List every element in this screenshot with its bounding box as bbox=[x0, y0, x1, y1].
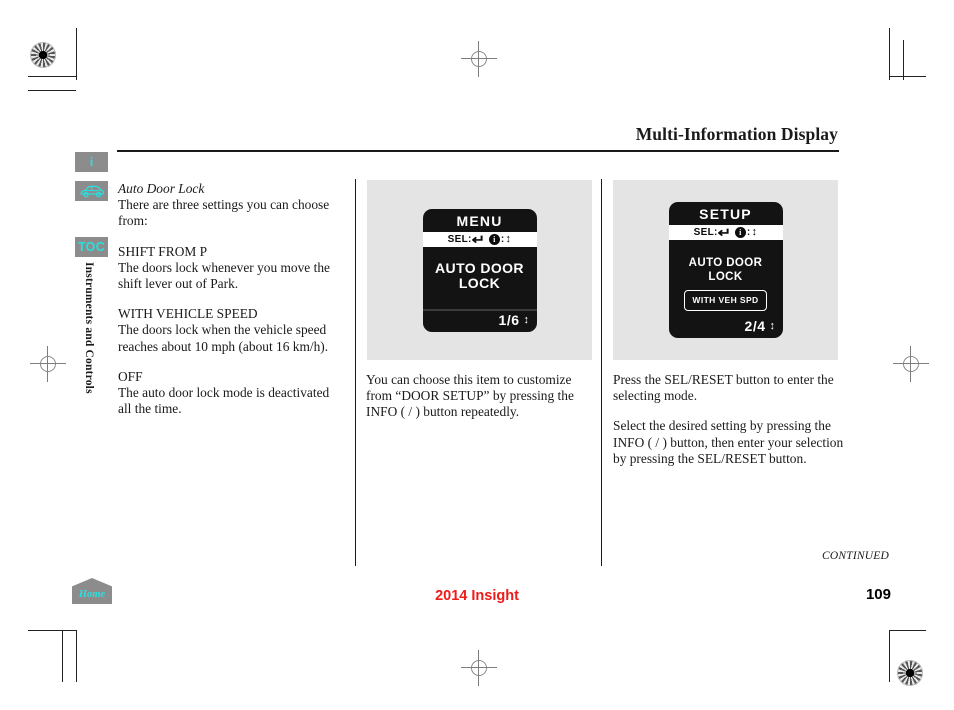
up-down-arrow-icon: ↕ bbox=[751, 226, 758, 238]
sidebar-item-vehicle[interactable] bbox=[75, 181, 108, 201]
lcd-footer-setup: 2/4 ↕ bbox=[669, 317, 783, 338]
right-paragraph-2: Select the desired setting by pressing t… bbox=[613, 418, 844, 466]
continued-label: CONTINUED bbox=[822, 550, 889, 562]
enter-return-icon: ↵ bbox=[717, 225, 732, 240]
registration-cross-top bbox=[461, 41, 497, 77]
info-hint: i : ↕ bbox=[488, 232, 512, 245]
lcd-body-setup: AUTO DOOR LOCK WITH VEH SPD bbox=[669, 240, 783, 317]
option-title-1: SHIFT FROM P bbox=[118, 243, 208, 259]
sel-label: SEL: bbox=[693, 227, 718, 238]
option-desc-2: The doors lock when the vehicle speed re… bbox=[118, 322, 329, 354]
toc-label: TOC bbox=[77, 240, 106, 254]
lcd-body-menu: AUTO DOOR LOCK bbox=[422, 247, 537, 311]
registration-target-top-left bbox=[30, 42, 56, 68]
page-updown-arrow-icon: ↕ bbox=[769, 320, 776, 332]
page-title: Multi-Information Display bbox=[635, 124, 838, 144]
lcd-display-menu: MENU SEL: ↵ i : ↕ AUTO DOOR LOCK 1/6 ↕ bbox=[422, 208, 537, 332]
left-text-column: Auto Door Lock There are three settings … bbox=[118, 181, 343, 417]
lcd-hint-bar-setup: SEL: ↵ i : ↕ bbox=[668, 225, 783, 240]
crop-mark-tl-v bbox=[76, 28, 77, 80]
column-divider-2 bbox=[601, 179, 602, 566]
lcd-body-line-1: AUTO DOOR bbox=[435, 259, 524, 276]
option-desc-1: The doors lock whenever you move the shi… bbox=[118, 259, 330, 292]
figure-setup-screen: SETUP SEL: ↵ i : ↕ AUTO DOOR LOCK WITH V… bbox=[613, 180, 838, 360]
crop-mark-bl-h bbox=[28, 630, 76, 631]
registration-cross-left bbox=[30, 346, 66, 382]
lcd-hint-bar-menu: SEL: ↵ i : ↕ bbox=[422, 231, 537, 247]
enter-return-icon: ↵ bbox=[471, 231, 486, 247]
lcd-title-setup: SETUP bbox=[699, 206, 752, 222]
crop-mark-bl-v2 bbox=[62, 630, 63, 682]
page-indicator-setup: 2/4 bbox=[744, 318, 766, 334]
left-column-heading: Auto Door Lock bbox=[118, 181, 205, 196]
crop-mark-tr-v2 bbox=[903, 40, 904, 80]
sel-hint: SEL: ↵ bbox=[693, 225, 732, 240]
middle-paragraph: You can choose this item to customize fr… bbox=[366, 372, 574, 420]
option-title-3: OFF bbox=[118, 368, 143, 384]
column-divider-1 bbox=[355, 179, 356, 566]
lcd-title-menu: MENU bbox=[456, 212, 503, 229]
info-circle-icon: i bbox=[488, 233, 500, 245]
lcd-display-setup: SETUP SEL: ↵ i : ↕ AUTO DOOR LOCK WITH V… bbox=[668, 202, 783, 338]
registration-cross-bottom bbox=[461, 650, 497, 686]
middle-text-column: You can choose this item to customize fr… bbox=[366, 372, 590, 421]
registration-cross-right bbox=[893, 346, 929, 382]
option-desc-3: The auto door lock mode is deactivated a… bbox=[118, 385, 330, 417]
registration-target-bottom-right bbox=[897, 660, 923, 686]
figure-menu-screen: MENU SEL: ↵ i : ↕ AUTO DOOR LOCK 1/6 ↕ bbox=[367, 180, 592, 360]
crop-mark-br-v bbox=[889, 630, 890, 682]
header-rule bbox=[117, 150, 839, 152]
lcd-body-line-1: AUTO DOOR LOCK bbox=[688, 257, 763, 283]
footer-page-number: 109 bbox=[865, 586, 891, 603]
car-icon bbox=[79, 185, 104, 197]
crop-mark-tr-h bbox=[890, 76, 926, 77]
left-column-intro: There are three settings you can choose … bbox=[118, 197, 330, 229]
section-tab-label: Instruments and Controls bbox=[83, 262, 95, 394]
sidebar-item-info[interactable]: i bbox=[75, 152, 108, 172]
crop-mark-tl-h bbox=[28, 76, 76, 77]
info-separator: : bbox=[746, 227, 751, 238]
up-down-arrow-icon: ↕ bbox=[505, 232, 512, 245]
info-icon: i bbox=[89, 155, 94, 169]
sel-hint: SEL: ↵ bbox=[447, 231, 486, 247]
page-updown-arrow-icon: ↕ bbox=[523, 313, 530, 326]
page-indicator-menu: 1/6 bbox=[498, 311, 520, 328]
info-circle-icon: i bbox=[734, 227, 746, 238]
option-title-2: WITH VEHICLE SPEED bbox=[118, 306, 258, 322]
lcd-footer-menu: 1/6 ↕ bbox=[423, 311, 537, 332]
manual-page: Multi-Information Display i TOC Instrume… bbox=[0, 0, 954, 710]
footer-model: 2014 Insight bbox=[435, 588, 519, 604]
lcd-body-line-2: LOCK bbox=[458, 274, 501, 291]
crop-mark-tl-h2 bbox=[28, 90, 76, 91]
crop-mark-br-h bbox=[890, 630, 926, 631]
crop-mark-tr-v bbox=[889, 28, 890, 80]
crop-mark-bl-v bbox=[76, 630, 77, 682]
selected-setting-value: WITH VEH SPD bbox=[684, 290, 767, 311]
crop-mark-tl-v2 bbox=[44, 28, 45, 80]
sel-label: SEL: bbox=[447, 233, 472, 245]
right-paragraph-1: Press the SEL/RESET button to enter the … bbox=[613, 372, 834, 404]
sidebar-item-toc[interactable]: TOC bbox=[75, 237, 108, 257]
info-separator: : bbox=[500, 233, 505, 245]
right-text-column: Press the SEL/RESET button to enter the … bbox=[613, 372, 847, 467]
info-hint: i : ↕ bbox=[734, 226, 758, 238]
